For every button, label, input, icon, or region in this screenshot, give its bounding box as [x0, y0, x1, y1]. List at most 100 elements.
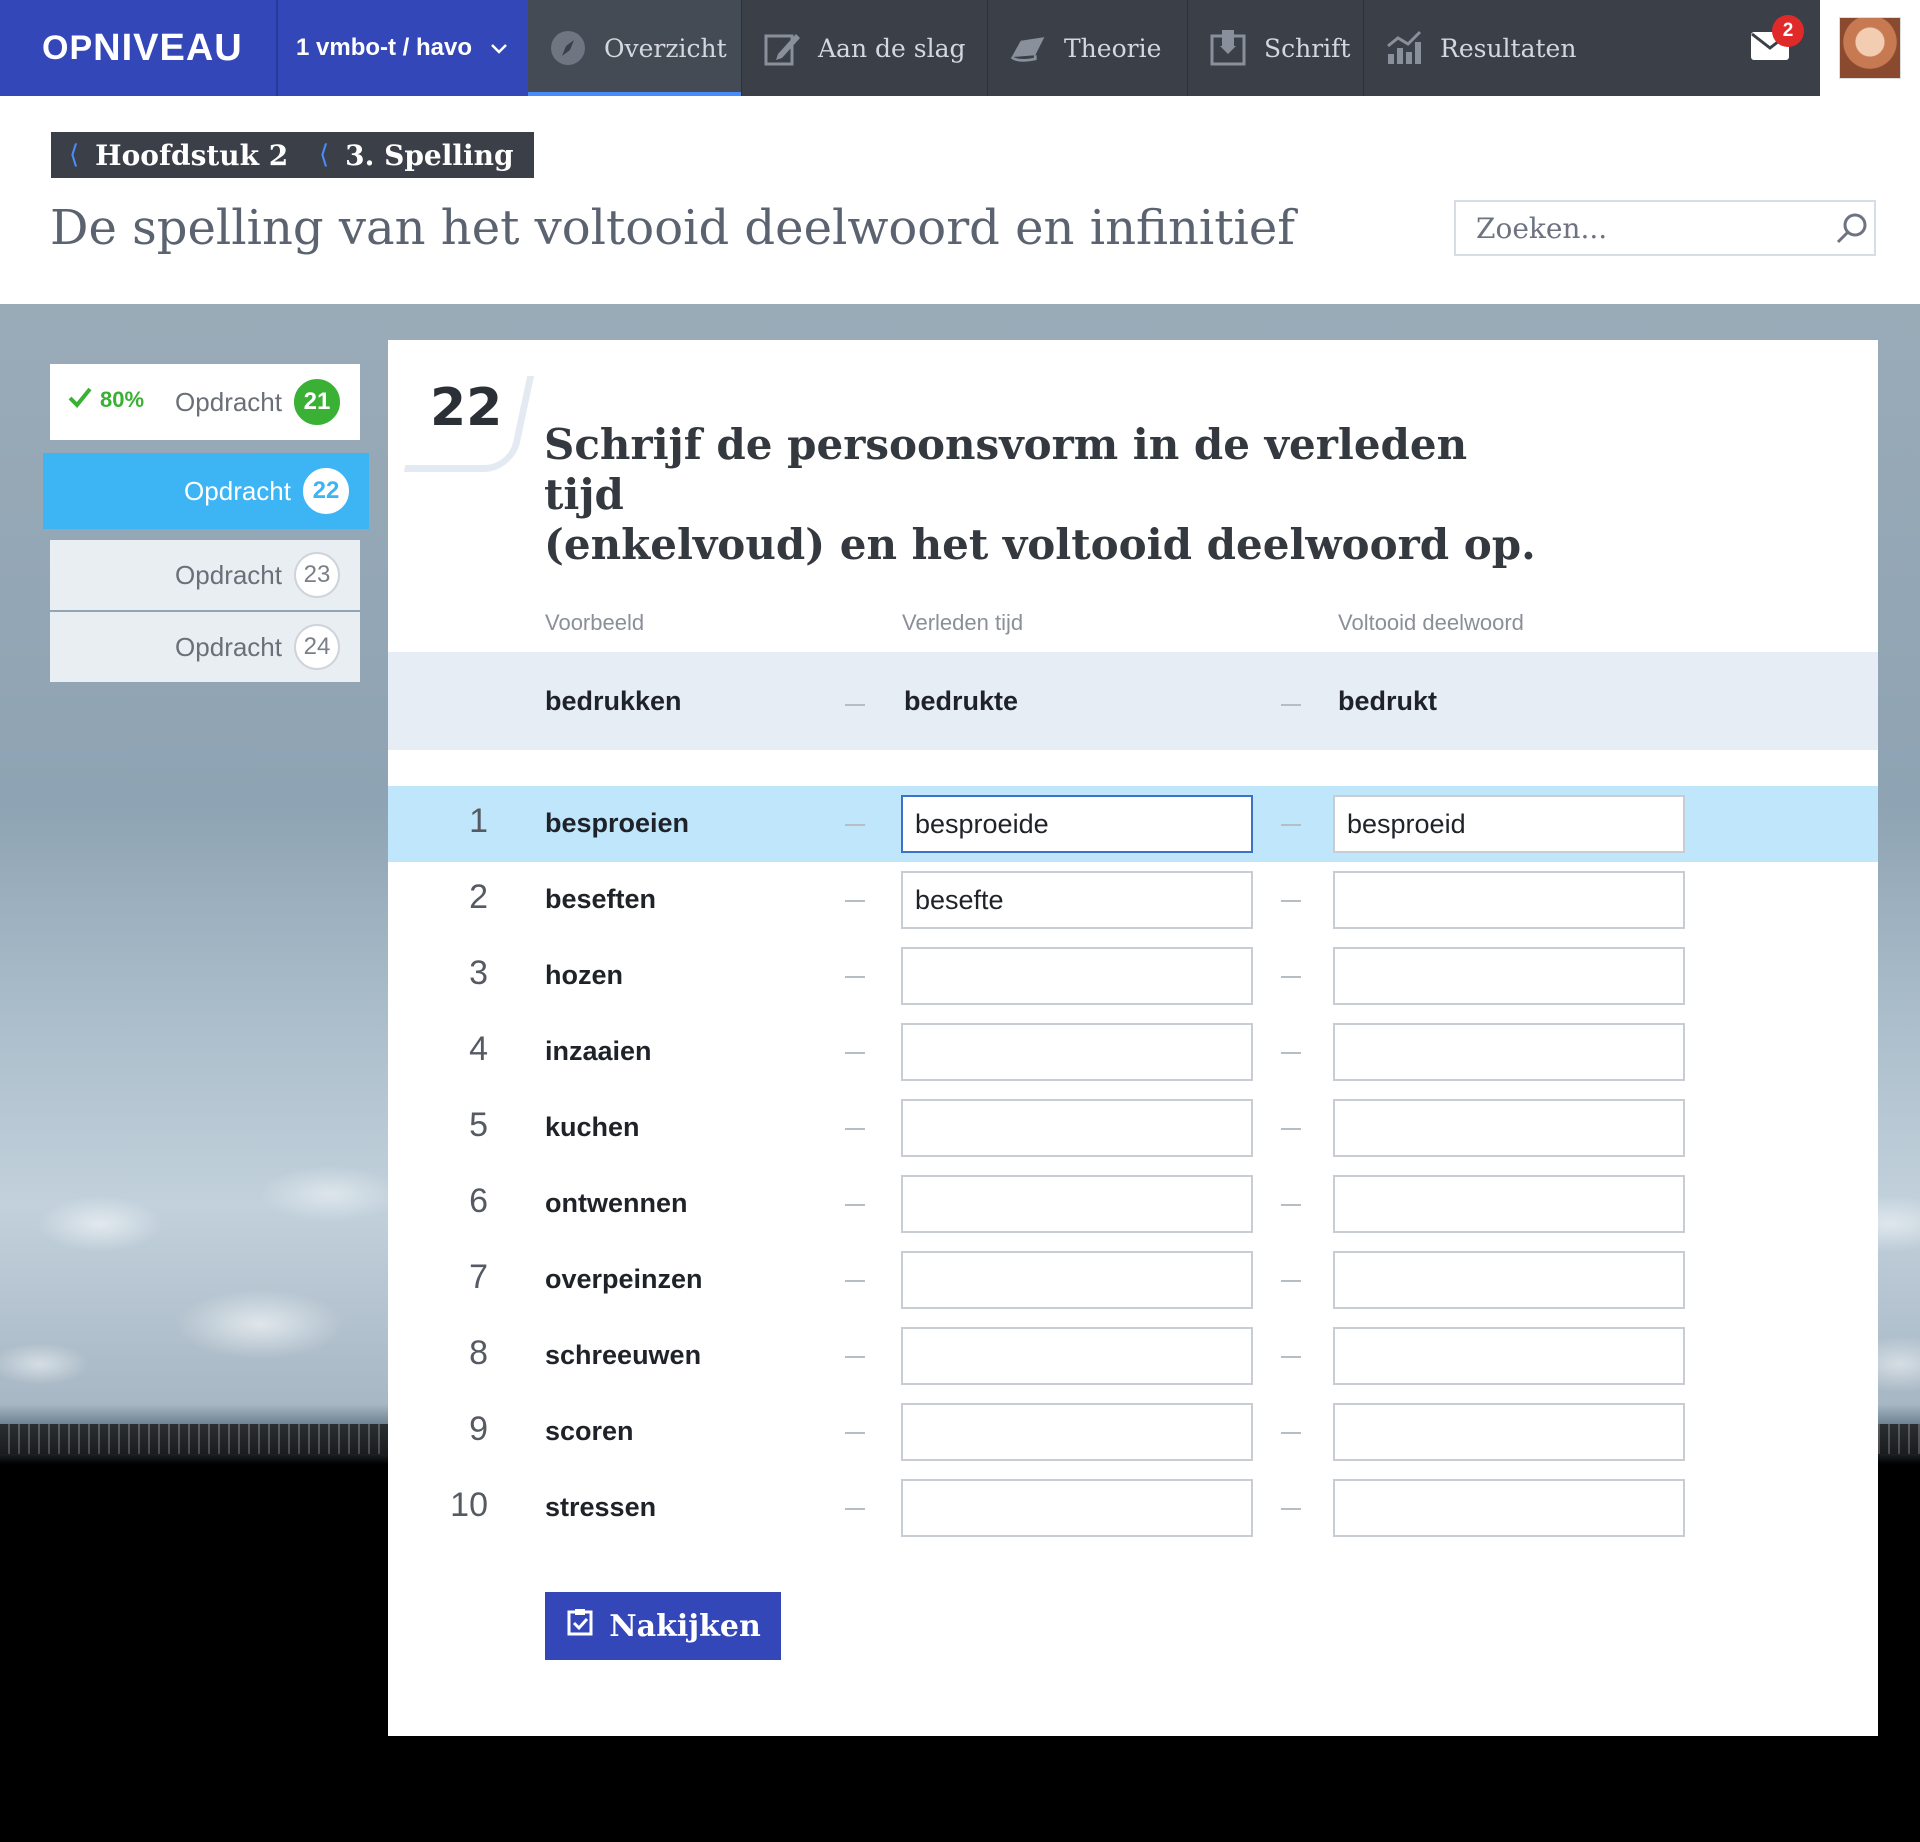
nav-aan-de-slag[interactable]: Aan de slag [742, 0, 988, 96]
task-title-line: Schrijf de persoonsvorm in de verleden t… [544, 420, 1468, 519]
row-number: 4 [469, 1030, 488, 1068]
dash [1281, 976, 1301, 978]
dash [845, 1356, 865, 1358]
sidebar-item-number: 23 [294, 552, 340, 598]
dash [845, 1204, 865, 1206]
search-box [1454, 200, 1876, 256]
chevron-left-icon: ⟨ [319, 140, 330, 170]
search-input[interactable] [1456, 202, 1830, 254]
exercise-row: 4 inzaaien [388, 1014, 1878, 1090]
dash [1281, 1356, 1301, 1358]
participle-input[interactable] [1333, 871, 1685, 929]
nav-overzicht[interactable]: Overzicht [528, 0, 742, 96]
participle-input[interactable] [1333, 947, 1685, 1005]
past-tense-input[interactable] [901, 947, 1253, 1005]
nav-label: Resultaten [1440, 33, 1577, 63]
nav-label: Schrift [1264, 33, 1351, 63]
compass-icon [548, 28, 588, 68]
row-number: 7 [469, 1258, 488, 1296]
row-number: 10 [450, 1486, 488, 1524]
sidebar-item-opdracht-21[interactable]: 80% Opdracht 21 [50, 364, 360, 440]
participle-input[interactable] [1333, 1479, 1685, 1537]
example-word: bedrukken [545, 686, 682, 716]
sidebar-item-number: 21 [294, 379, 340, 425]
participle-input[interactable] [1333, 1023, 1685, 1081]
search-icon[interactable] [1830, 200, 1874, 256]
dash [1281, 1508, 1301, 1510]
example-row: bedrukken bedrukte bedrukt [388, 652, 1878, 750]
participle-input[interactable] [1333, 1403, 1685, 1461]
breadcrumb-hoofdstuk[interactable]: ⟨ Hoofdstuk 2 [51, 132, 309, 178]
past-tense-input[interactable] [901, 1403, 1253, 1461]
exercise-row: 7 overpeinzen [388, 1242, 1878, 1318]
level-select[interactable]: 1 vmbo-t / havo [276, 0, 528, 96]
dash [1281, 1432, 1301, 1434]
page-header: ⟨ Hoofdstuk 2 ⟨ 3. Spelling De spelling … [0, 96, 1920, 304]
row-number: 8 [469, 1334, 488, 1372]
breadcrumb-spelling[interactable]: ⟨ 3. Spelling [301, 132, 534, 178]
nav-theorie[interactable]: Theorie [988, 0, 1188, 96]
check-button-label: Nakijken [609, 1608, 761, 1644]
example-participle: bedrukt [1338, 686, 1438, 716]
mail-button[interactable]: 2 [1720, 0, 1820, 96]
row-number: 1 [469, 802, 488, 840]
book-icon [1008, 28, 1048, 68]
nav-label: Theorie [1064, 33, 1162, 63]
edit-icon [762, 28, 802, 68]
avatar [1839, 17, 1901, 79]
sidebar-item-opdracht-23[interactable]: Opdracht 23 [50, 540, 360, 610]
dash [845, 1128, 865, 1130]
level-label: 1 vmbo-t / havo [296, 34, 473, 61]
sidebar-item-opdracht-24[interactable]: Opdracht 24 [50, 612, 360, 682]
checkmark-icon [68, 386, 92, 414]
logo[interactable]: OP NIVEAU [0, 0, 276, 96]
sidebar-item-opdracht-22[interactable]: Opdracht 22 [43, 453, 369, 529]
exercise-row: 9 scoren [388, 1394, 1878, 1470]
participle-input[interactable] [1333, 1251, 1685, 1309]
sidebar-item-label: Opdracht [175, 559, 282, 590]
dash [845, 824, 865, 826]
logo-niveau: NIVEAU [93, 26, 243, 69]
exercise-row: 5 kuchen [388, 1090, 1878, 1166]
row-word: stressen [545, 1492, 657, 1522]
participle-input[interactable] [1333, 1175, 1685, 1233]
chevron-left-icon: ⟨ [69, 140, 80, 170]
dash [845, 1508, 865, 1510]
nav-label: Overzicht [604, 33, 727, 63]
mail-count-badge: 2 [1772, 15, 1804, 47]
task-number: 22 [430, 378, 503, 438]
top-navigation: OP NIVEAU 1 vmbo-t / havo Overzicht Aan d… [0, 0, 1920, 96]
past-tense-input[interactable] [901, 1099, 1253, 1157]
row-number: 3 [469, 954, 488, 992]
row-number: 6 [469, 1182, 488, 1220]
past-tense-input[interactable] [901, 1327, 1253, 1385]
dash [1281, 900, 1301, 902]
row-number: 2 [469, 878, 488, 916]
sidebar-item-label: Opdracht [175, 386, 282, 417]
past-tense-input[interactable] [901, 795, 1253, 853]
dash [1281, 704, 1301, 706]
past-tense-input[interactable] [901, 1023, 1253, 1081]
nav-resultaten[interactable]: Resultaten [1364, 0, 1576, 96]
task-title: Schrijf de persoonsvorm in de verleden t… [544, 420, 1544, 570]
check-button[interactable]: Nakijken [545, 1592, 781, 1660]
dash [1281, 824, 1301, 826]
column-header-example: Voorbeeld [545, 610, 645, 635]
past-tense-input[interactable] [901, 1251, 1253, 1309]
score-indicator: 80% [68, 386, 144, 414]
participle-input[interactable] [1333, 1327, 1685, 1385]
row-number: 9 [469, 1410, 488, 1448]
past-tense-input[interactable] [901, 1175, 1253, 1233]
exercise-row: 1 besproeien [388, 786, 1878, 862]
past-tense-input[interactable] [901, 871, 1253, 929]
row-word: schreeuwen [545, 1340, 702, 1370]
example-past: bedrukte [904, 686, 1019, 716]
avatar-button[interactable] [1820, 0, 1920, 96]
nav-schrift[interactable]: Schrift [1188, 0, 1364, 96]
past-tense-input[interactable] [901, 1479, 1253, 1537]
participle-input[interactable] [1333, 1099, 1685, 1157]
row-word: beseften [545, 884, 657, 914]
dash [1281, 1280, 1301, 1282]
participle-input[interactable] [1333, 795, 1685, 853]
column-header-past: Verleden tijd [902, 610, 1024, 635]
